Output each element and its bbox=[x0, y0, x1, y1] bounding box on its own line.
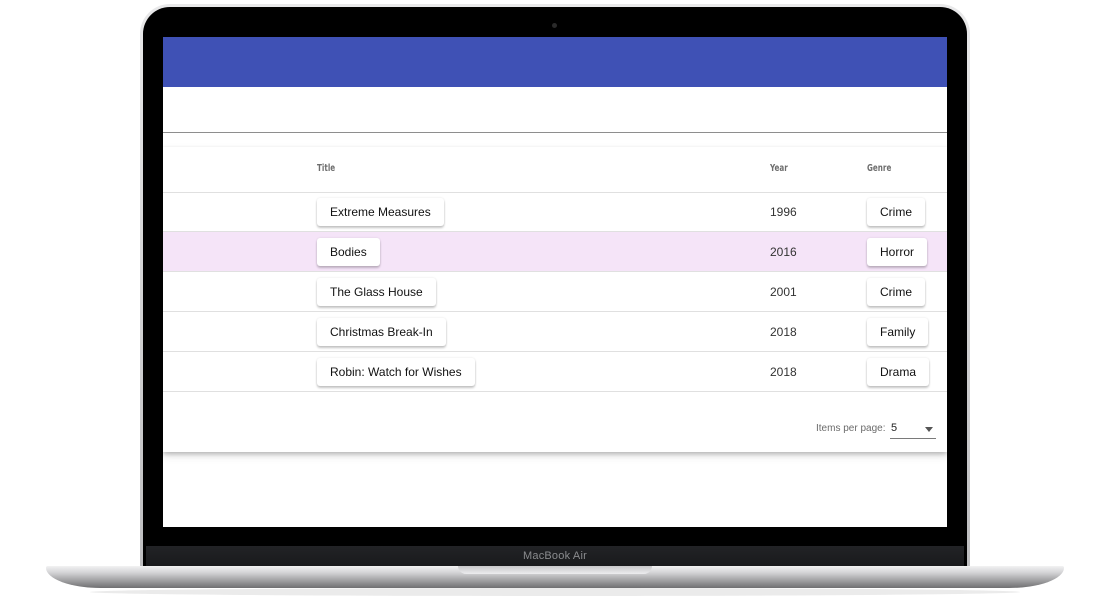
year-cell: 2016 bbox=[770, 245, 797, 259]
app-screen: Title Year Genre Extreme Measures 1996 C… bbox=[163, 37, 947, 527]
table-row: Extreme Measures 1996 Crime bbox=[163, 192, 947, 232]
title-button[interactable]: Bodies bbox=[317, 238, 380, 266]
genre-button[interactable]: Drama bbox=[867, 358, 930, 386]
title-button[interactable]: Robin: Watch for Wishes bbox=[317, 358, 475, 386]
movies-table: Title Year Genre Extreme Measures 1996 C… bbox=[163, 147, 947, 452]
page-size-value: 5 bbox=[891, 422, 898, 434]
laptop-base-notch bbox=[458, 566, 652, 574]
genre-button[interactable]: Crime bbox=[867, 278, 925, 306]
genre-button[interactable]: Horror bbox=[867, 238, 928, 266]
header-year[interactable]: Year bbox=[770, 163, 788, 174]
page-size-select[interactable]: 5 bbox=[890, 420, 936, 439]
table-header-row: Title Year Genre bbox=[163, 147, 947, 193]
genre-button[interactable]: Crime bbox=[867, 198, 925, 226]
title-button[interactable]: Extreme Measures bbox=[317, 198, 444, 226]
year-cell: 2001 bbox=[770, 285, 797, 299]
app-toolbar bbox=[163, 37, 947, 87]
year-cell: 2018 bbox=[770, 365, 797, 379]
laptop-shadow bbox=[90, 588, 1020, 596]
paginator: Items per page: 5 bbox=[163, 407, 947, 452]
table-row: Robin: Watch for Wishes 2018 Drama bbox=[163, 352, 947, 392]
table-row: The Glass House 2001 Crime bbox=[163, 272, 947, 312]
laptop-chin: MacBook Air bbox=[146, 546, 964, 568]
filter-area bbox=[163, 87, 947, 133]
title-button[interactable]: Christmas Break-In bbox=[317, 318, 446, 346]
device-label: MacBook Air bbox=[523, 550, 587, 562]
year-cell: 2018 bbox=[770, 325, 797, 339]
title-button[interactable]: The Glass House bbox=[317, 278, 436, 306]
year-cell: 1996 bbox=[770, 205, 797, 219]
camera-icon bbox=[552, 23, 557, 28]
genre-button[interactable]: Family bbox=[867, 318, 929, 346]
items-per-page-label: Items per page: bbox=[816, 423, 886, 434]
header-genre[interactable]: Genre bbox=[867, 163, 891, 174]
dropdown-arrow-icon bbox=[925, 427, 933, 432]
table-row: Bodies 2016 Horror bbox=[163, 232, 947, 272]
table-row: Christmas Break-In 2018 Family bbox=[163, 312, 947, 352]
header-title[interactable]: Title bbox=[317, 163, 335, 174]
